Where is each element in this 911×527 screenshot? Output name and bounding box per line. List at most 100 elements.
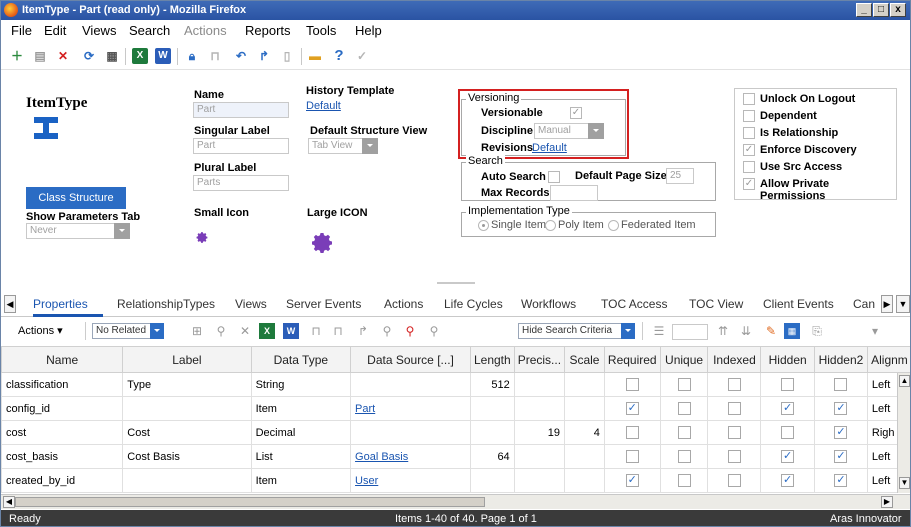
cell-name[interactable]: classification <box>1 372 124 397</box>
required-checkbox[interactable] <box>625 378 639 391</box>
show-parameters-tab-select[interactable]: Never <box>26 223 130 239</box>
tab-can[interactable]: Can <box>853 297 875 311</box>
required-checkbox[interactable] <box>625 426 639 439</box>
undo-icon[interactable]: ↶ <box>233 48 249 64</box>
poly-item-radio[interactable] <box>545 220 556 231</box>
save-icon[interactable]: ▤ <box>32 48 48 64</box>
related-select[interactable]: No Related <box>92 323 164 339</box>
col-alignment[interactable]: Alignm <box>866 346 910 373</box>
unlock-icon[interactable]: ⊓ <box>207 48 223 64</box>
tab-properties[interactable]: Properties <box>33 297 88 311</box>
cell-source[interactable] <box>350 372 471 397</box>
col-hidden2[interactable]: Hidden2 <box>813 346 868 373</box>
menu-actions[interactable]: Actions <box>184 23 227 38</box>
tab-scroll-right-icon[interactable]: ▶ <box>881 295 893 313</box>
col-indexed[interactable]: Indexed <box>707 346 762 373</box>
indexed-checkbox[interactable] <box>727 450 741 463</box>
table-row[interactable]: cost Cost Decimal 19 4 ✓ Righ <box>1 420 910 445</box>
menu-edit[interactable]: Edit <box>44 23 66 38</box>
scroll-left-icon[interactable]: ◀ <box>3 496 15 508</box>
col-unique[interactable]: Unique <box>659 346 709 373</box>
cell-label[interactable]: Cost Basis <box>122 444 252 469</box>
cell-precision[interactable] <box>513 444 566 469</box>
cell-scale[interactable] <box>564 444 605 469</box>
menu-views[interactable]: Views <box>82 23 116 38</box>
cell-scale[interactable] <box>564 468 605 493</box>
singular-label-field[interactable]: Part <box>193 138 289 154</box>
cell-name[interactable]: cost_basis <box>1 444 124 469</box>
cancel-icon[interactable]: ✕ <box>55 48 71 64</box>
tab-life-cycles[interactable]: Life Cycles <box>444 297 503 311</box>
single-item-radio[interactable] <box>478 220 489 231</box>
tab-scroll-left-icon[interactable]: ◀ <box>4 295 16 313</box>
history-template-link[interactable]: Default <box>306 100 341 112</box>
hidden-checkbox[interactable]: ✓ <box>781 402 795 415</box>
default-structure-view-select[interactable]: Tab View <box>308 138 378 154</box>
class-structure-button[interactable]: Class Structure <box>26 187 126 209</box>
tab-views[interactable]: Views <box>235 297 267 311</box>
col-required[interactable]: Required <box>603 346 661 373</box>
splitter-handle[interactable] <box>437 282 475 284</box>
help-icon[interactable]: ? <box>331 48 347 64</box>
document-icon[interactable]: ▯ <box>279 48 295 64</box>
layout-icon[interactable]: ▦ <box>784 323 800 339</box>
max-records-field[interactable] <box>550 185 598 201</box>
scroll-down-icon[interactable]: ▼ <box>899 477 910 489</box>
col-length[interactable]: Length <box>469 346 515 373</box>
cell-source[interactable]: Part <box>350 396 471 421</box>
grid-search-icon[interactable]: ⚲ <box>379 323 395 339</box>
move-down-icon[interactable]: ⇊ <box>738 323 754 339</box>
plural-label-field[interactable]: Parts <box>193 175 289 191</box>
hidden2-checkbox[interactable]: ✓ <box>834 474 848 487</box>
allow-private-permissions-checkbox[interactable]: ✓ <box>743 178 755 190</box>
grid-word-icon[interactable]: W <box>283 323 299 339</box>
hidden2-checkbox[interactable]: ✓ <box>834 426 848 439</box>
grid-unlock-icon[interactable]: ⊓ <box>330 323 346 339</box>
grid-promote-icon[interactable]: ↱ <box>355 323 371 339</box>
small-gear-icon[interactable] <box>196 231 209 244</box>
data-source-link[interactable]: User <box>355 475 378 487</box>
data-source-link[interactable]: Part <box>355 403 375 415</box>
grid-lock-icon[interactable]: ⊓ <box>308 323 324 339</box>
edit-icon[interactable]: ✎ <box>763 323 779 339</box>
vertical-scrollbar[interactable]: ▲ ▼ <box>897 373 910 493</box>
horizontal-scroll-thumb[interactable] <box>15 497 485 507</box>
scroll-up-icon[interactable]: ▲ <box>899 375 910 387</box>
cell-name[interactable]: cost <box>1 420 124 445</box>
cell-type[interactable]: List <box>250 444 352 469</box>
find-icon[interactable]: ⚲ <box>426 323 442 339</box>
menu-search[interactable]: Search <box>129 23 170 38</box>
tab-menu-icon[interactable]: ▼ <box>896 295 910 313</box>
required-checkbox[interactable]: ✓ <box>625 474 639 487</box>
lock-icon[interactable]: 🔒︎ <box>184 48 200 64</box>
unlock-on-logout-checkbox[interactable] <box>743 93 755 105</box>
cell-label[interactable] <box>122 396 252 421</box>
excel-icon[interactable]: X <box>132 48 148 64</box>
cell-label[interactable]: Cost <box>122 420 252 445</box>
cell-scale[interactable]: 4 <box>564 420 605 445</box>
col-data-source[interactable]: Data Source [...] <box>350 346 471 373</box>
cell-label[interactable] <box>122 468 252 493</box>
cell-length[interactable] <box>469 420 515 445</box>
move-up-icon[interactable]: ⇈ <box>715 323 731 339</box>
promote-icon[interactable]: ↱ <box>256 48 272 64</box>
word-icon[interactable]: W <box>155 48 171 64</box>
filter-icon[interactable]: ☰ <box>651 323 667 339</box>
overflow-chevron-icon[interactable]: ▾ <box>867 323 883 339</box>
close-button[interactable]: x <box>890 3 906 17</box>
cell-scale[interactable] <box>564 372 605 397</box>
table-row[interactable]: config_id Item Part ✓ ✓ ✓ Left <box>1 396 910 421</box>
indexed-checkbox[interactable] <box>727 378 741 391</box>
minimize-panel-icon[interactable]: ▬ <box>307 48 323 64</box>
col-hidden[interactable]: Hidden <box>760 346 815 373</box>
unique-checkbox[interactable] <box>677 402 691 415</box>
cell-name[interactable]: created_by_id <box>1 468 124 493</box>
use-src-access-checkbox[interactable] <box>743 161 755 173</box>
cell-precision[interactable] <box>513 396 566 421</box>
cell-name[interactable]: config_id <box>1 396 124 421</box>
default-page-size-field[interactable]: 25 <box>666 168 694 184</box>
minimize-button[interactable]: _ <box>856 3 872 17</box>
maximize-button[interactable]: □ <box>873 3 889 17</box>
name-field[interactable]: Part <box>193 102 289 118</box>
filter-field[interactable] <box>672 324 708 340</box>
